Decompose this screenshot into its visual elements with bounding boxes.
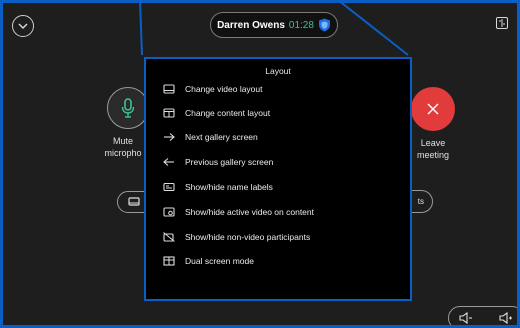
monitor-icon [162, 83, 175, 95]
arrow-left-icon [162, 156, 175, 168]
non-video-icon [162, 231, 175, 243]
meeting-window: Darren Owens 01:28 Mute micropho Leave m… [0, 0, 520, 328]
menu-item-label: Dual screen mode [185, 256, 254, 266]
leave-label: Leave meeting [403, 137, 463, 161]
participant-pill[interactable]: Darren Owens 01:28 [210, 12, 338, 38]
menu-item-name-labels[interactable]: Show/hide name labels [162, 178, 402, 196]
menu-item-label: Change content layout [185, 108, 271, 118]
menu-item-dual-screen[interactable]: Dual screen mode [162, 252, 402, 270]
volume-control[interactable] [448, 306, 517, 325]
mute-button[interactable] [107, 87, 149, 129]
leave-label-line1: Leave [420, 138, 446, 148]
menu-item-non-video[interactable]: Show/hide non-video participants [162, 228, 402, 246]
menu-item-label: Show/hide non-video participants [185, 232, 311, 242]
participants-pill-text: ts [417, 197, 424, 206]
microphone-icon [121, 98, 135, 118]
menu-item-change-video-layout[interactable]: Change video layout [162, 80, 402, 98]
menu-item-active-video[interactable]: Show/hide active video on content [162, 203, 402, 221]
menu-item-previous-gallery[interactable]: Previous gallery screen [162, 153, 402, 171]
menu-item-label: Change video layout [185, 84, 263, 94]
menu-item-next-gallery[interactable]: Next gallery screen [162, 128, 402, 146]
volume-down-icon[interactable] [459, 312, 473, 324]
close-icon [427, 103, 439, 115]
participant-name: Darren Owens [217, 19, 285, 31]
shield-icon [318, 18, 331, 32]
name-label-icon [162, 181, 175, 193]
content-layout-icon [162, 107, 175, 119]
leave-label-line2: meeting [416, 150, 450, 160]
menu-item-change-content-layout[interactable]: Change content layout [162, 104, 402, 122]
menu-item-label: Show/hide name labels [185, 182, 273, 192]
menu-item-label: Show/hide active video on content [185, 207, 315, 217]
volume-up-icon[interactable] [499, 312, 513, 324]
active-video-icon [162, 206, 175, 218]
layout-menu-title: Layout [265, 66, 291, 76]
arrow-right-icon [162, 131, 175, 143]
leave-meeting-button[interactable] [411, 87, 455, 131]
dual-screen-icon [162, 255, 175, 267]
menu-item-label: Next gallery screen [185, 132, 258, 142]
layout-menu: Layout Change video layout Change conten… [144, 57, 412, 301]
collapse-button[interactable] [12, 15, 34, 37]
menu-item-label: Previous gallery screen [185, 157, 274, 167]
monitor-icon [128, 197, 140, 206]
call-timer: 01:28 [288, 19, 314, 31]
layout-icon[interactable] [496, 17, 508, 29]
chevron-down-icon [18, 23, 28, 29]
